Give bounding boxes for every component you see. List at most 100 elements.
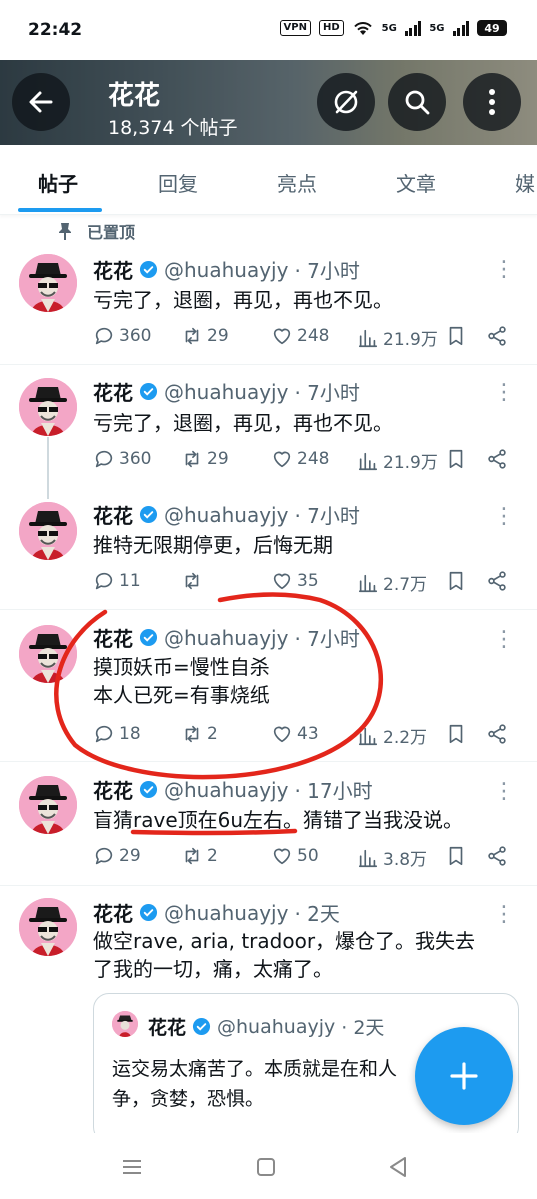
signal-icon: [404, 20, 422, 36]
home-square-icon[interactable]: [254, 1155, 278, 1179]
post-timestamp[interactable]: · 7小时: [294, 500, 359, 529]
views-button[interactable]: 21.9万: [357, 448, 438, 473]
avatar[interactable]: [19, 898, 77, 956]
system-nav-bar: [0, 1133, 537, 1199]
reply-count: 11: [119, 571, 141, 591]
repost-button[interactable]: 29: [181, 448, 229, 470]
avatar[interactable]: [19, 502, 77, 560]
share-button[interactable]: [486, 723, 508, 745]
post-more-icon[interactable]: ⋮: [493, 506, 515, 528]
share-button[interactable]: [486, 570, 508, 592]
share-button[interactable]: [486, 325, 508, 347]
avatar-image-icon: [112, 1011, 138, 1037]
post-author-handle[interactable]: @huahuayjy: [164, 626, 288, 650]
repost-button[interactable]: 29: [181, 325, 229, 347]
avatar[interactable]: [19, 378, 77, 436]
like-button[interactable]: 248: [271, 448, 329, 470]
post-timestamp[interactable]: · 7小时: [294, 377, 359, 406]
post-author-name[interactable]: 花花: [93, 775, 133, 804]
recents-menu-icon[interactable]: [120, 1155, 144, 1179]
compose-button[interactable]: [415, 1027, 513, 1125]
post-author-name[interactable]: 花花: [93, 255, 133, 284]
bookmark-button[interactable]: [445, 325, 467, 347]
avatar-image-icon: [19, 625, 77, 683]
bookmark-icon: [449, 571, 463, 591]
vpn-badge: VPN: [279, 20, 311, 36]
post-more-icon[interactable]: ⋮: [493, 382, 515, 404]
repost-button[interactable]: 2: [181, 845, 218, 867]
post-actions: 29 2 50 3.8万: [93, 845, 513, 870]
post-text: 亏完了，退圈，再见，再也不见。: [93, 286, 508, 314]
post-more-icon[interactable]: ⋮: [493, 904, 515, 926]
reply-button[interactable]: 18: [93, 723, 141, 745]
back-triangle-icon[interactable]: [386, 1155, 410, 1179]
post-author-name[interactable]: 花花: [93, 377, 133, 406]
avatar[interactable]: [19, 254, 77, 312]
post-author-handle[interactable]: @huahuayjy: [164, 901, 288, 925]
views-button[interactable]: 2.2万: [357, 723, 427, 748]
tab-highlights[interactable]: 亮点: [277, 168, 317, 197]
post-timestamp[interactable]: · 2天: [294, 898, 339, 927]
share-button[interactable]: [486, 845, 508, 867]
post-timestamp[interactable]: · 17小时: [294, 775, 372, 804]
reply-button[interactable]: 29: [93, 845, 141, 867]
search-button[interactable]: [388, 73, 446, 131]
post-author-handle[interactable]: @huahuayjy: [164, 380, 288, 404]
post-timestamp[interactable]: · 7小时: [294, 255, 359, 284]
post-author-name[interactable]: 花花: [93, 898, 133, 927]
post-timestamp[interactable]: · 7小时: [294, 623, 359, 652]
repost-icon: [185, 450, 199, 468]
post-text-line: 亏完了，退圈，再见，再也不见。: [93, 288, 393, 312]
bookmark-icon: [449, 449, 463, 469]
post-author-handle[interactable]: @huahuayjy: [164, 778, 288, 802]
tab-media[interactable]: 媒: [515, 168, 535, 197]
reply-button[interactable]: 360: [93, 325, 151, 347]
post-author-handle[interactable]: @huahuayjy: [164, 503, 288, 527]
back-button[interactable]: [12, 73, 70, 131]
tab-replies[interactable]: 回复: [158, 168, 198, 197]
views-button[interactable]: 3.8万: [357, 845, 427, 870]
post-item[interactable]: 花花 @huahuayjy · 7小时 ⋮ 推特无限期停更，后悔无期 11 35 …: [0, 485, 537, 610]
avatar[interactable]: [19, 625, 77, 683]
quoted-time: · 2天: [341, 1017, 385, 1039]
bookmark-button[interactable]: [445, 570, 467, 592]
views-button[interactable]: 2.7万: [357, 570, 427, 595]
post-text-line: 摸顶妖币=慢性自杀: [93, 655, 270, 679]
post-more-icon[interactable]: ⋮: [493, 259, 515, 281]
bookmark-button[interactable]: [445, 448, 467, 470]
more-button[interactable]: [463, 73, 521, 131]
bookmark-button[interactable]: [445, 723, 467, 745]
post-author-name[interactable]: 花花: [93, 500, 133, 529]
tab-articles[interactable]: 文章: [396, 168, 436, 197]
like-button[interactable]: 248: [271, 325, 329, 347]
post-item[interactable]: 花花 @huahuayjy · 7小时 ⋮ 亏完了，退圈，再见，再也不见。 360…: [0, 233, 537, 365]
like-count: 248: [297, 449, 330, 469]
verified-badge-icon: [192, 1017, 211, 1036]
repost-button[interactable]: 2: [181, 723, 218, 745]
repost-button[interactable]: [181, 570, 207, 592]
views-button[interactable]: 21.9万: [357, 325, 438, 350]
views-chart-icon: [358, 574, 378, 592]
grok-icon: [334, 90, 358, 114]
like-count: 43: [297, 724, 319, 744]
grok-button[interactable]: [317, 73, 375, 131]
post-item[interactable]: 花花 @huahuayjy · 7小时 ⋮ 亏完了，退圈，再见，再也不见。 360…: [0, 365, 537, 485]
post-more-icon[interactable]: ⋮: [493, 629, 515, 651]
bookmark-button[interactable]: [445, 845, 467, 867]
like-button[interactable]: 43: [271, 723, 319, 745]
post-actions: 18 2 43 2.2万: [93, 723, 513, 748]
post-item[interactable]: 花花 @huahuayjy · 17小时 ⋮ 盲猜rave顶在6u左右。猜错了当我…: [0, 762, 537, 886]
reply-button[interactable]: 11: [93, 570, 141, 592]
post-item[interactable]: 花花 @huahuayjy · 7小时 ⋮ 摸顶妖币=慢性自杀 本人已死=有事烧纸 …: [0, 610, 537, 762]
profile-tabs: 帖子 回复 亮点 文章 媒: [0, 145, 537, 215]
tab-posts[interactable]: 帖子: [38, 168, 78, 197]
post-text-line: 做空rave, aria, tradoor，爆仓了。我失去: [93, 929, 476, 953]
reply-button[interactable]: 360: [93, 448, 151, 470]
avatar[interactable]: [19, 776, 77, 834]
post-author-name[interactable]: 花花: [93, 623, 133, 652]
post-more-icon[interactable]: ⋮: [493, 781, 515, 803]
post-author-handle[interactable]: @huahuayjy: [164, 258, 288, 282]
like-button[interactable]: 35: [271, 570, 319, 592]
share-button[interactable]: [486, 448, 508, 470]
like-button[interactable]: 50: [271, 845, 319, 867]
